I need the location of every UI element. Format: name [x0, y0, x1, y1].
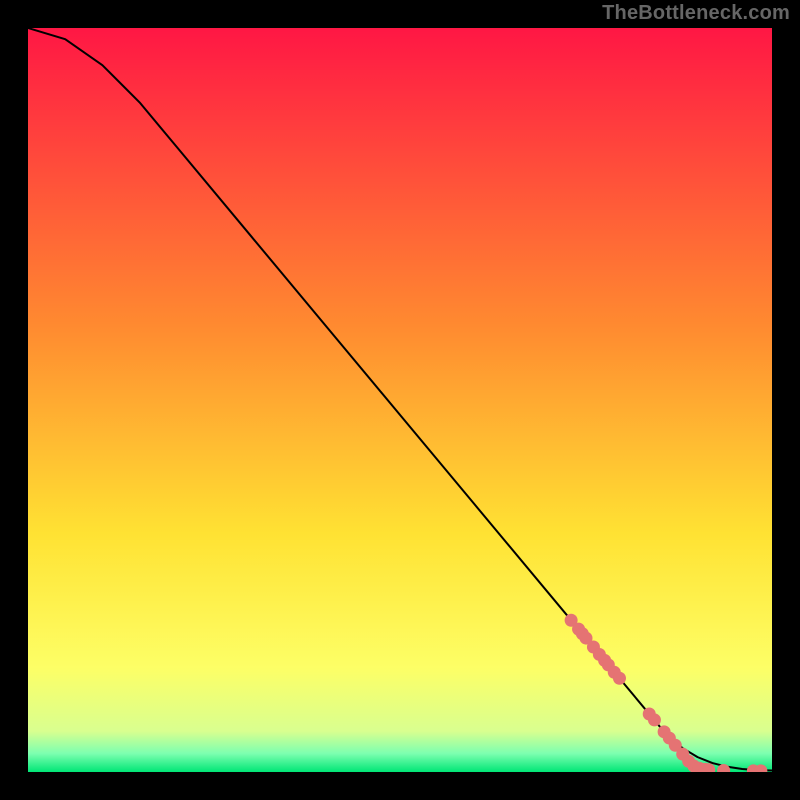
- chart-frame: TheBottleneck.com: [0, 0, 800, 800]
- scatter-point: [648, 713, 661, 726]
- chart-background: [28, 28, 772, 772]
- chart-plot-area: [28, 28, 772, 772]
- attribution-label: TheBottleneck.com: [602, 2, 790, 25]
- chart-svg: [28, 28, 772, 772]
- scatter-point: [613, 672, 626, 685]
